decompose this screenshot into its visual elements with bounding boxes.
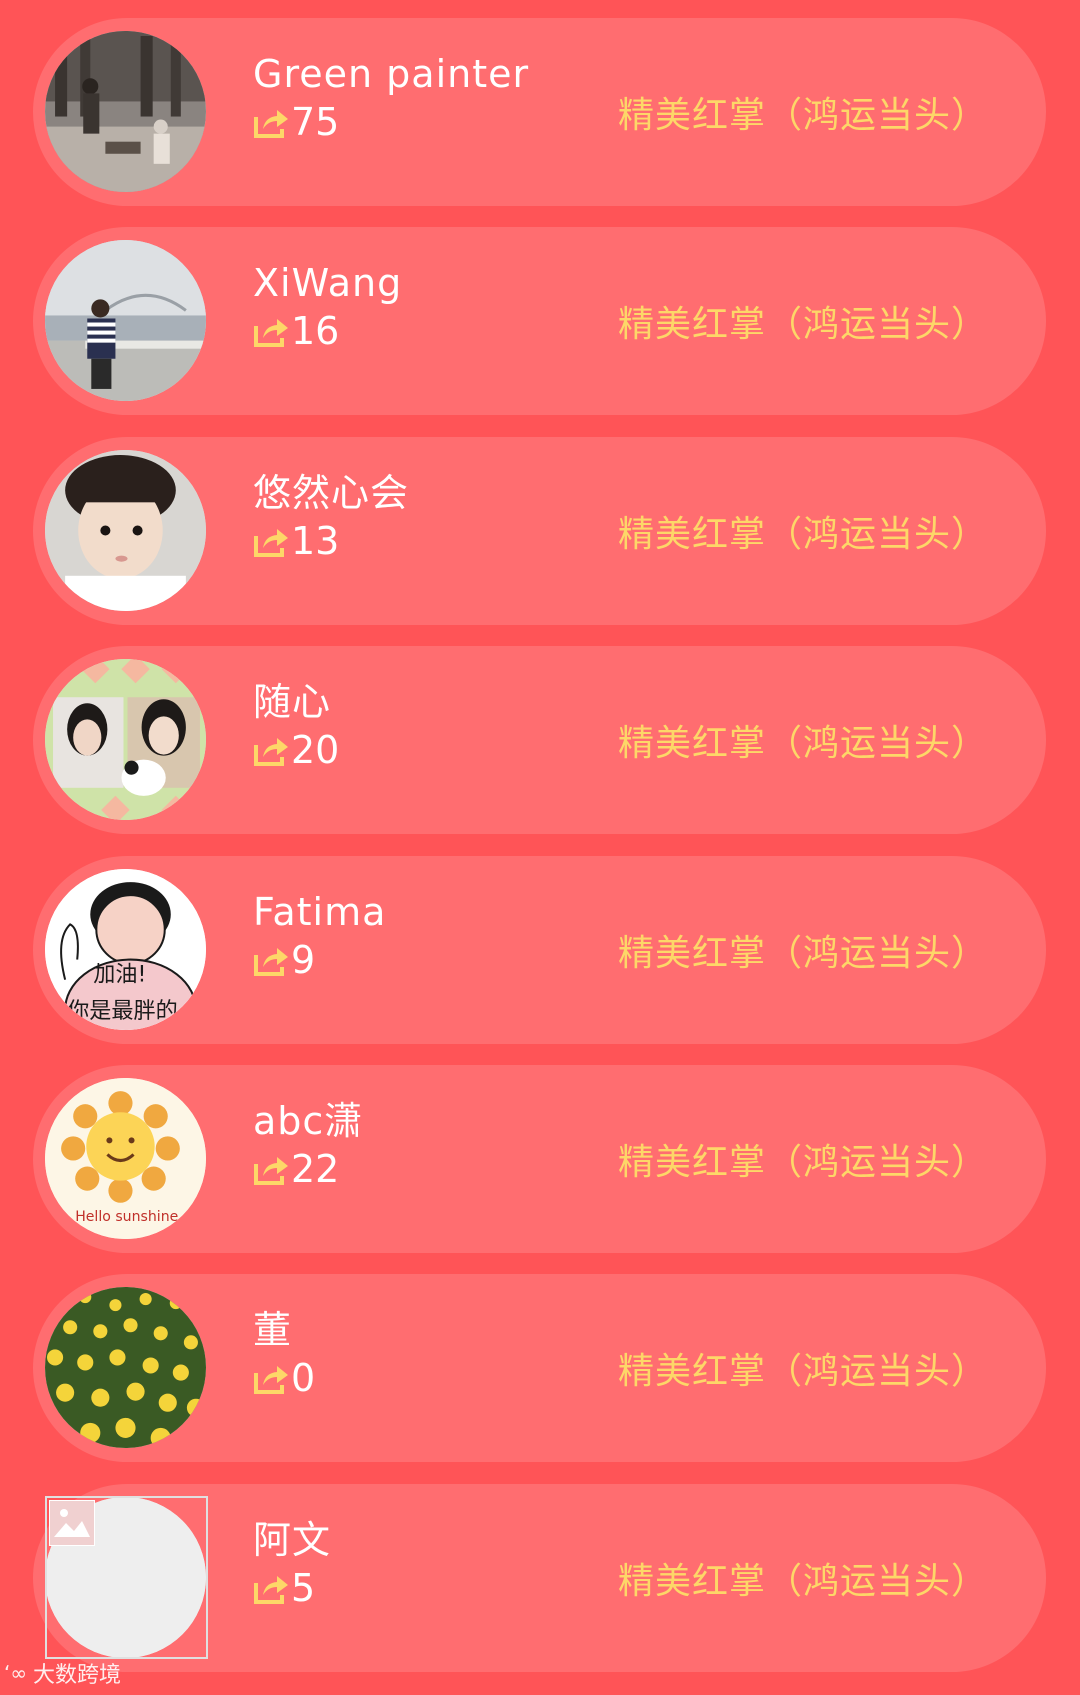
share-count-row: 13 <box>253 519 339 563</box>
share-count-row: 9 <box>253 938 315 982</box>
share-count-row: 75 <box>253 100 339 144</box>
list-item[interactable]: Hello sunshine abc潇 22 精美红掌（鸿运当头） <box>33 1065 1046 1253</box>
user-name: 阿文 <box>253 1518 332 1562</box>
cartoon-text-line1: 加油! <box>93 962 146 988</box>
product-name: 精美红掌（鸿运当头） <box>617 723 988 764</box>
user-name: 董 <box>253 1308 293 1352</box>
list-item[interactable]: 随心 20 精美红掌（鸿运当头） <box>33 646 1046 834</box>
product-name: 精美红掌（鸿运当头） <box>617 1142 988 1183</box>
list-item[interactable]: 阿文 5 精美红掌（鸿运当头） <box>33 1484 1046 1672</box>
share-icon <box>253 314 291 348</box>
share-count-row: 22 <box>253 1147 339 1191</box>
share-icon <box>253 1152 291 1186</box>
share-count: 22 <box>291 1147 340 1191</box>
user-avatar[interactable] <box>45 659 206 820</box>
list-item[interactable]: Green painter 75 精美红掌（鸿运当头） <box>33 18 1046 206</box>
tulip-field-avatar <box>45 1287 206 1448</box>
user-avatar[interactable] <box>45 31 206 192</box>
product-name: 精美红掌（鸿运当头） <box>617 1351 988 1392</box>
user-name: 随心 <box>253 680 332 724</box>
share-icon <box>253 733 291 767</box>
sunshine-avatar: Hello sunshine <box>45 1078 206 1239</box>
user-avatar[interactable] <box>45 1287 206 1448</box>
watermark-text: 大数跨境 <box>33 1663 122 1688</box>
product-name: 精美红掌（鸿运当头） <box>617 304 988 345</box>
share-count: 0 <box>291 1356 316 1400</box>
leaderboard-list: Green painter 75 精美红掌（鸿运当头） XiWang 16 精美… <box>0 0 1080 1695</box>
share-count-row: 5 <box>253 1566 315 1610</box>
sunshine-text: Hello sunshine <box>75 1209 178 1225</box>
user-avatar[interactable] <box>45 450 206 611</box>
share-count: 20 <box>291 728 340 772</box>
share-count-row: 16 <box>253 309 339 353</box>
user-avatar[interactable]: 加油! 你是最胖的 <box>45 869 206 1030</box>
share-count: 5 <box>291 1566 316 1610</box>
cartoon-text-line2: 你是最胖的 <box>67 998 178 1024</box>
watermark-logo-icon: ʻ∞ <box>4 1661 28 1685</box>
share-count: 9 <box>291 938 316 982</box>
share-icon <box>253 524 291 558</box>
user-avatar[interactable] <box>45 240 206 401</box>
watermark: ʻ∞ 大数跨境 <box>4 1657 121 1689</box>
cartoon-girl-avatar: 加油! 你是最胖的 <box>45 869 206 1030</box>
child-photo-avatar <box>45 450 206 611</box>
product-name: 精美红掌（鸿运当头） <box>617 1561 988 1602</box>
share-count-row: 20 <box>253 728 339 772</box>
user-name: Fatima <box>253 890 387 934</box>
user-name: Green painter <box>253 52 530 96</box>
lakeside-photo-avatar <box>45 240 206 401</box>
share-count: 75 <box>291 100 340 144</box>
list-item[interactable]: 董 0 精美红掌（鸿运当头） <box>33 1274 1046 1462</box>
image-placeholder-icon <box>49 1500 95 1546</box>
user-name: 悠然心会 <box>253 471 410 515</box>
list-item[interactable]: 悠然心会 13 精美红掌（鸿运当头） <box>33 437 1046 625</box>
product-name: 精美红掌（鸿运当头） <box>617 514 988 555</box>
user-name: XiWang <box>253 261 403 305</box>
share-icon <box>253 1571 291 1605</box>
list-item[interactable]: 加油! 你是最胖的 Fatima 9 精美红掌（鸿运当头） <box>33 856 1046 1044</box>
share-icon <box>253 1361 291 1395</box>
share-count: 13 <box>291 519 340 563</box>
share-count: 16 <box>291 309 340 353</box>
share-icon <box>253 105 291 139</box>
share-count-row: 0 <box>253 1356 315 1400</box>
user-avatar[interactable]: Hello sunshine <box>45 1078 206 1239</box>
user-name: abc潇 <box>253 1099 364 1143</box>
product-name: 精美红掌（鸿运当头） <box>617 933 988 974</box>
product-name: 精美红掌（鸿运当头） <box>617 95 988 136</box>
street-photo-avatar <box>45 31 206 192</box>
list-item[interactable]: XiWang 16 精美红掌（鸿运当头） <box>33 227 1046 415</box>
share-icon <box>253 943 291 977</box>
two-women-photo-avatar <box>45 659 206 820</box>
